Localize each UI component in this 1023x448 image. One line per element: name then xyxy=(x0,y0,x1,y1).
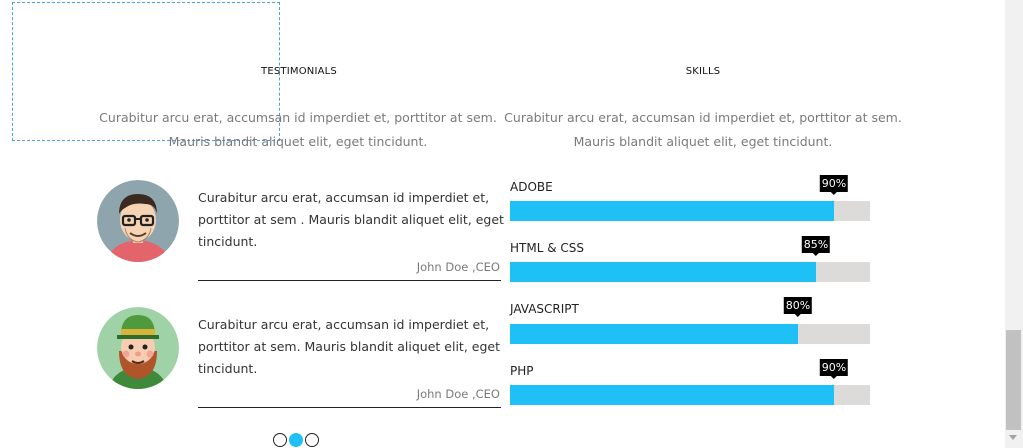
testimonial-author: John Doe ,CEO xyxy=(416,387,500,401)
testimonials-title: TESTIMONIALS xyxy=(261,66,337,77)
skills-description: Curabitur arcu erat, accumsan id imperdi… xyxy=(504,110,902,149)
skill-percent-badge: 80% xyxy=(783,297,813,317)
skill-progress-bar xyxy=(510,201,870,221)
testimonial-quote: Curabitur arcu erat, accumsan id imperdi… xyxy=(198,317,500,376)
pagination-dot[interactable] xyxy=(305,433,319,447)
skill-percent-badge: 90% xyxy=(819,175,849,195)
skill-label: ADOBE xyxy=(510,180,553,194)
skill-progress-fill xyxy=(510,201,834,221)
skill-percent-badge: 85% xyxy=(801,236,831,256)
pagination-dot-active[interactable] xyxy=(289,433,303,447)
testimonials-description: Curabitur arcu erat, accumsan id imperdi… xyxy=(99,110,497,149)
leprechaun-avatar xyxy=(97,307,179,389)
testimonial-author: John Doe ,CEO xyxy=(416,260,500,274)
skill-label: HTML & CSS xyxy=(510,241,584,255)
skill-progress-bar xyxy=(510,385,870,405)
man-with-glasses-avatar xyxy=(97,180,179,262)
scroll-down-arrow-icon[interactable] xyxy=(1009,435,1017,440)
skill-percent-badge: 90% xyxy=(819,359,849,379)
skill-label: PHP xyxy=(510,364,534,378)
testimonial-divider xyxy=(198,280,501,281)
skills-title: SKILLS xyxy=(685,66,721,77)
skill-progress-bar xyxy=(510,324,870,344)
skill-progress-fill xyxy=(510,324,798,344)
testimonial-pagination xyxy=(273,433,323,448)
testimonial-divider xyxy=(198,407,501,408)
skill-label: JAVASCRIPT xyxy=(510,302,579,316)
skill-progress-bar xyxy=(510,262,870,282)
pagination-dot[interactable] xyxy=(273,433,287,447)
skill-progress-fill xyxy=(510,385,834,405)
testimonial-quote: Curabitur arcu erat, accumsan id imperdi… xyxy=(198,190,504,249)
scrollbar-thumb[interactable] xyxy=(1006,330,1021,430)
skill-progress-fill xyxy=(510,262,816,282)
